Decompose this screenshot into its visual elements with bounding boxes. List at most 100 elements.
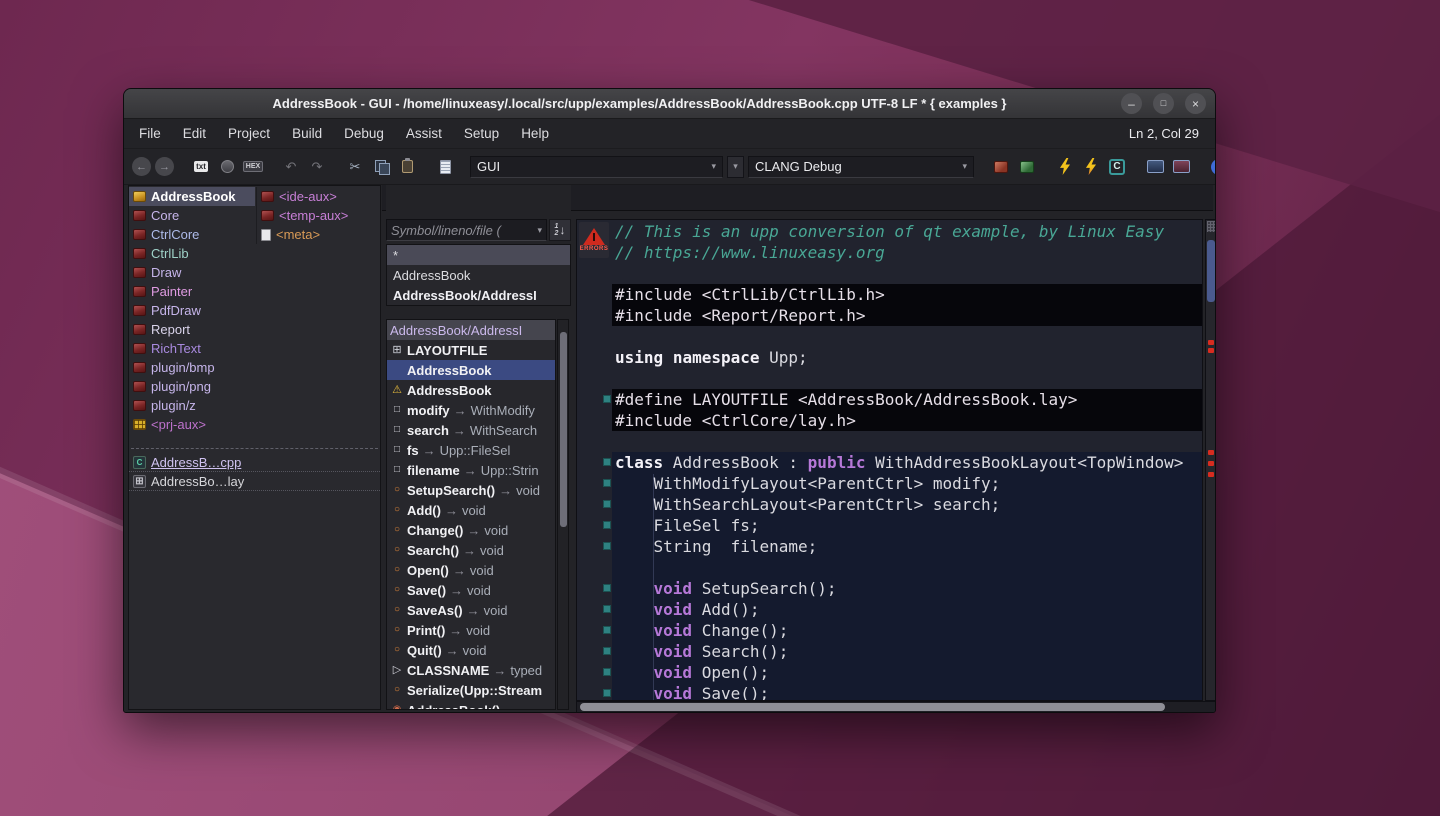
code-line[interactable]: void Save();: [612, 683, 1202, 701]
menu-project[interactable]: Project: [217, 121, 281, 146]
assist-item[interactable]: ○Quit()→void: [387, 640, 555, 660]
code-line[interactable]: [612, 368, 1202, 389]
code-line[interactable]: #include <CtrlCore/lay.h>: [612, 410, 1202, 431]
scrollbar-thumb[interactable]: [1207, 240, 1215, 302]
cut-button[interactable]: ✂: [344, 156, 366, 178]
package-item[interactable]: <ide-aux>: [257, 187, 380, 206]
menu-setup[interactable]: Setup: [453, 121, 510, 146]
code-line[interactable]: [612, 431, 1202, 452]
code-line[interactable]: void Add();: [612, 599, 1202, 620]
assist-item[interactable]: ○Add()→void: [387, 500, 555, 520]
package-item[interactable]: CtrlCore: [129, 225, 255, 244]
menu-file[interactable]: File: [128, 121, 172, 146]
debug-run-button[interactable]: [1080, 156, 1102, 178]
menu-build[interactable]: Build: [281, 121, 333, 146]
package-item[interactable]: Painter: [129, 282, 255, 301]
panel-splitter[interactable]: [131, 448, 378, 449]
package-item[interactable]: <temp-aux>: [257, 206, 380, 225]
code-line[interactable]: // This is an upp conversion of qt examp…: [612, 221, 1202, 242]
assist-item[interactable]: ○Open()→void: [387, 560, 555, 580]
package-item[interactable]: plugin/bmp: [129, 358, 255, 377]
code-line[interactable]: void Search();: [612, 641, 1202, 662]
minimize-button[interactable]: –: [1121, 93, 1142, 114]
help-button[interactable]: ?: [1208, 156, 1216, 178]
code-line[interactable]: WithModifyLayout<ParentCtrl> modify;: [612, 473, 1202, 494]
open-file-button[interactable]: [434, 156, 456, 178]
code-line[interactable]: FileSel fs;: [612, 515, 1202, 536]
assist-item[interactable]: □fs→Upp::FileSel: [387, 440, 555, 460]
file-item[interactable]: ⊞AddressBo…lay: [129, 472, 380, 491]
back-button[interactable]: ←: [132, 157, 151, 176]
paste-button[interactable]: [396, 156, 418, 178]
code-line[interactable]: #include <CtrlLib/CtrlLib.h>: [612, 284, 1202, 305]
annotation-toggle-icon[interactable]: [1207, 221, 1215, 232]
package-item[interactable]: Core: [129, 206, 255, 225]
scope-item[interactable]: AddressBook: [387, 265, 570, 285]
main-config-combo[interactable]: GUI ▾: [470, 156, 723, 178]
scrollbar-thumb[interactable]: [580, 703, 1165, 711]
assist-item[interactable]: ⚠AddressBook: [387, 380, 555, 400]
assist-item[interactable]: ○Search()→void: [387, 540, 555, 560]
code-line[interactable]: void Change();: [612, 620, 1202, 641]
package-organizer-button[interactable]: [990, 156, 1012, 178]
package-item[interactable]: plugin/z: [129, 396, 255, 415]
layout-designer-button[interactable]: [1144, 156, 1166, 178]
editor-scrollbar[interactable]: [1205, 219, 1216, 701]
undo-button[interactable]: ↶: [280, 156, 302, 178]
code-line[interactable]: void Open();: [612, 662, 1202, 683]
code-line[interactable]: // https://www.linuxeasy.org: [612, 242, 1202, 263]
assist-item[interactable]: ▷CLASSNAME→typed: [387, 660, 555, 680]
symbol-search-input[interactable]: Symbol/lineno/file ( ▾: [386, 219, 547, 241]
config-history-button[interactable]: ▾: [727, 156, 744, 178]
code-line[interactable]: String filename;: [612, 536, 1202, 557]
code-line[interactable]: [612, 557, 1202, 578]
code-line[interactable]: [612, 326, 1202, 347]
code-line[interactable]: void SetupSearch();: [612, 578, 1202, 599]
assist-item[interactable]: ○Change()→void: [387, 520, 555, 540]
package-item[interactable]: Report: [129, 320, 255, 339]
sort-by-line-button[interactable]: 12 ↓: [549, 219, 571, 241]
console-button[interactable]: C: [1106, 156, 1128, 178]
image-designer-button[interactable]: [1170, 156, 1192, 178]
assist-item[interactable]: ○SetupSearch()→void: [387, 480, 555, 500]
package-item[interactable]: Draw: [129, 263, 255, 282]
symbol-list-scrollbar[interactable]: [557, 319, 569, 710]
assist-item[interactable]: □modify→WithModify: [387, 400, 555, 420]
menu-edit[interactable]: Edit: [172, 121, 217, 146]
assist-item[interactable]: ◉AddressBook(): [387, 700, 555, 710]
errors-badge[interactable]: ERRORS: [579, 222, 609, 258]
menu-debug[interactable]: Debug: [333, 121, 395, 146]
code-line[interactable]: class AddressBook : public WithAddressBo…: [612, 452, 1202, 473]
code-line[interactable]: #define LAYOUTFILE <AddressBook/AddressB…: [612, 389, 1202, 410]
menu-help[interactable]: Help: [510, 121, 560, 146]
assist-item[interactable]: ⊞LAYOUTFILE: [387, 340, 555, 360]
assist-item[interactable]: □filename→Upp::Strin: [387, 460, 555, 480]
redo-button[interactable]: ↷: [306, 156, 328, 178]
edit-as-hex-button[interactable]: HEX: [242, 156, 264, 178]
scope-item[interactable]: AddressBook/AddressI: [387, 285, 570, 305]
code-line[interactable]: #include <Report/Report.h>: [612, 305, 1202, 326]
assist-item[interactable]: AddressBook: [387, 360, 555, 380]
close-button[interactable]: ×: [1185, 93, 1206, 114]
menu-assist[interactable]: Assist: [395, 121, 453, 146]
edit-as-text-button[interactable]: txt: [190, 156, 212, 178]
assist-item[interactable]: □search→WithSearch: [387, 420, 555, 440]
package-item[interactable]: RichText: [129, 339, 255, 358]
assist-item[interactable]: AddressBook/AddressI: [387, 320, 555, 340]
build-method-combo[interactable]: CLANG Debug ▾: [748, 156, 974, 178]
package-item[interactable]: plugin/png: [129, 377, 255, 396]
maximize-button[interactable]: □: [1153, 93, 1174, 114]
assist-item[interactable]: ○Serialize(Upp::Stream: [387, 680, 555, 700]
package-item[interactable]: <prj-aux>: [129, 415, 255, 434]
code-line[interactable]: using namespace Upp;: [612, 347, 1202, 368]
copy-button[interactable]: [370, 156, 392, 178]
forward-button[interactable]: →: [155, 157, 174, 176]
editor-hscrollbar[interactable]: [576, 701, 1216, 713]
titlebar[interactable]: AddressBook - GUI - /home/linuxeasy/.loc…: [124, 89, 1215, 119]
package-item[interactable]: AddressBook: [129, 187, 255, 206]
package-item[interactable]: <meta>: [257, 225, 380, 244]
run-button[interactable]: [1054, 156, 1076, 178]
code-editor[interactable]: ERRORS // This is an upp conversion of q…: [576, 219, 1203, 701]
code-line[interactable]: [612, 263, 1202, 284]
assist-item[interactable]: ○Save()→void: [387, 580, 555, 600]
